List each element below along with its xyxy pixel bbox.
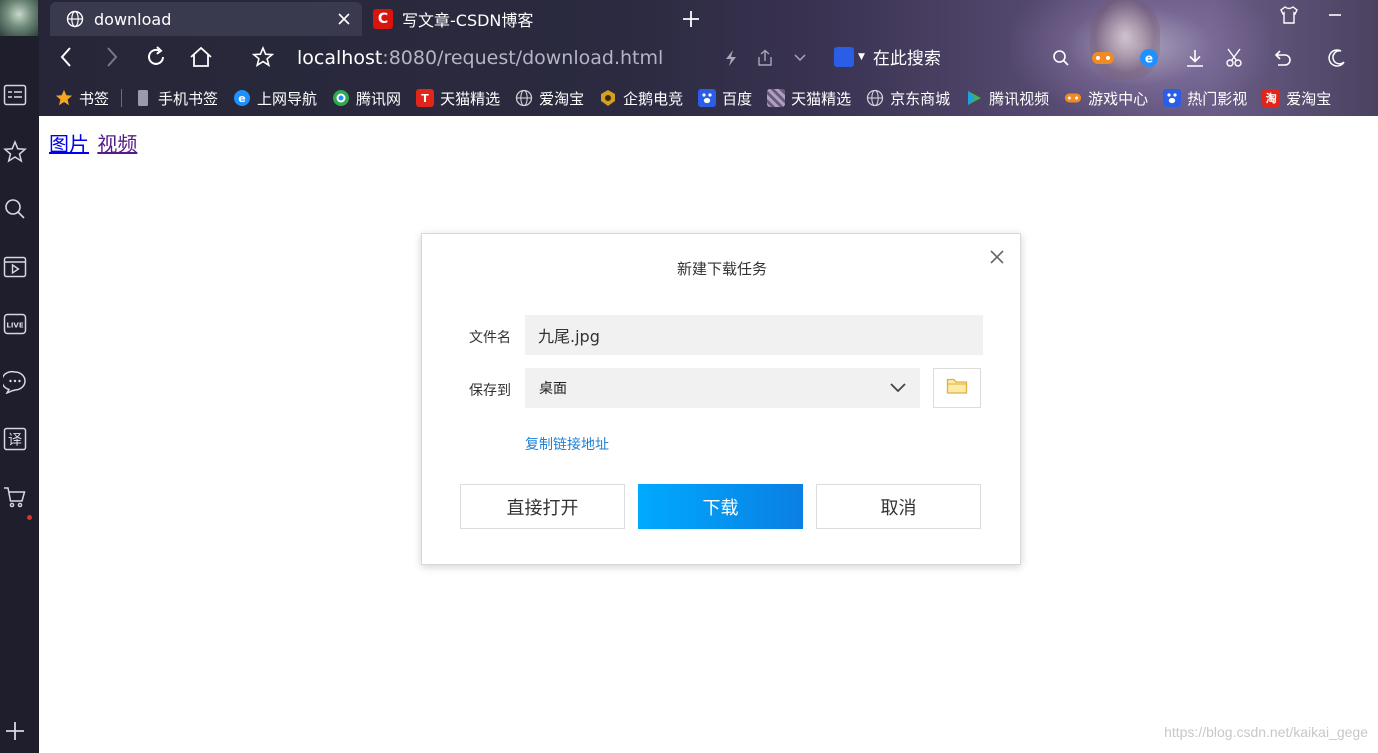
tab-download[interactable]: download [50,2,362,36]
bookmark-item[interactable]: 腾讯视频 [965,88,1049,109]
minimize-icon[interactable] [1318,2,1352,28]
bookmark-item[interactable]: e 上网导航 [233,88,317,109]
reload-icon[interactable] [142,44,170,70]
share-icon[interactable] [752,46,778,70]
video-play-icon [965,89,983,107]
flash-icon[interactable] [718,46,744,70]
add-plus-icon[interactable] [2,718,28,744]
browser-chrome: download C 写文章-CSDN博客 localhost:8080/req… [0,0,1378,116]
svg-text:LIVE: LIVE [6,322,23,330]
search-engine-box[interactable]: ▼ 在此搜索 [834,44,941,69]
tab-title: download [94,9,172,29]
saveto-select[interactable]: 桌面 [525,368,920,408]
esports-icon [599,89,617,107]
bookmark-item[interactable]: 游戏中心 [1064,88,1148,109]
chevron-down-icon [888,378,908,398]
copy-link-button[interactable]: 复制链接地址 [525,434,609,454]
bookmark-item[interactable]: 书签 [55,88,109,109]
bookmarks-bar: 书签 手机书签 e 上网导航 腾讯网 T 天猫精选 爱淘宝 企鹅电竞 百度 天猫… [40,80,1378,116]
tab-close-icon[interactable] [332,7,356,31]
bookmark-item[interactable]: 腾讯网 [332,88,401,109]
translate-icon[interactable]: 译 [2,426,28,452]
bookmark-item[interactable]: 热门影视 [1163,88,1247,109]
globe-icon [64,8,86,30]
baidu-icon [698,89,717,107]
page-links: 图片 视频 [49,128,139,157]
close-icon[interactable] [986,246,1008,268]
bookmark-item[interactable]: 爱淘宝 [515,88,584,109]
tab-csdn[interactable]: C 写文章-CSDN博客 [362,2,662,36]
undo-icon[interactable] [1270,46,1296,70]
ie-extension-icon[interactable]: e [1136,46,1162,70]
tab-title: 写文章-CSDN博客 [402,11,534,30]
globe-icon [866,89,884,107]
back-arrow-icon[interactable] [52,44,80,70]
game-extension-icon[interactable] [1090,46,1116,70]
reader-list-icon[interactable] [2,82,28,108]
bookmark-item[interactable]: 京东商城 [866,88,950,109]
address-url[interactable]: localhost:8080/request/download.html [297,47,663,69]
browse-folder-button[interactable] [933,368,981,408]
phone-icon [134,89,152,107]
watermark-text: https://blog.csdn.net/kaikai_gege [1164,724,1368,740]
night-mode-moon-icon[interactable] [1324,46,1350,70]
bookmark-item[interactable]: 淘 爱淘宝 [1262,88,1331,109]
saveto-value: 桌面 [539,381,567,397]
globe-icon [515,89,533,107]
cancel-button[interactable]: 取消 [816,484,981,529]
bookmark-item[interactable]: 手机书签 [134,88,218,109]
user-avatar[interactable] [0,0,38,36]
download-icon[interactable] [1182,46,1208,70]
link-videos[interactable]: 视频 [97,132,137,156]
baidu-icon[interactable] [834,46,854,67]
filename-value: 九尾.jpg [538,327,600,346]
home-icon[interactable] [187,44,215,70]
open-directly-button[interactable]: 直接打开 [460,484,625,529]
search-dropdown-icon[interactable]: ▼ [858,52,865,62]
bookmark-star-icon[interactable] [249,44,277,70]
shopping-cart-icon[interactable] [2,484,28,510]
filename-input[interactable]: 九尾.jpg [525,315,983,355]
live-icon[interactable]: LIVE [2,311,28,337]
tmall-pattern-icon [767,89,786,107]
download-button[interactable]: 下载 [638,484,803,529]
filename-label: 文件名 [469,330,511,346]
ie-icon: e [233,89,251,107]
baidu-icon [1163,89,1182,107]
forward-arrow-icon[interactable] [98,44,126,70]
svg-text:e: e [1145,52,1153,66]
chat-bubble-icon[interactable] [2,369,28,395]
tmall-icon: T [416,89,435,107]
bookmarks-divider [121,89,123,107]
folder-icon [946,377,968,399]
new-tab-plus-icon[interactable] [678,6,704,32]
favorites-star-icon[interactable] [2,139,28,165]
scissors-icon[interactable] [1222,46,1248,70]
bookmark-item[interactable]: 天猫精选 [767,88,851,109]
bookmark-item[interactable]: T 天猫精选 [416,88,500,109]
taobao-icon: 淘 [1262,89,1281,107]
svg-text:译: 译 [8,433,22,449]
skin-shirt-icon[interactable] [1272,2,1306,28]
star-icon [55,89,73,107]
link-pictures[interactable]: 图片 [49,132,89,156]
notification-dot [27,515,32,520]
download-dialog: 新建下载任务 文件名 九尾.jpg 保存到 桌面 复制链接地址 直接打开 下载 … [421,233,1021,565]
dropdown-chevron-icon[interactable] [787,46,813,70]
video-player-icon[interactable] [2,254,28,280]
search-icon[interactable] [2,196,28,222]
bookmark-item[interactable]: 企鹅电竞 [599,88,683,109]
svg-text:e: e [238,92,245,105]
search-icon[interactable] [1048,46,1074,70]
bookmark-item[interactable]: 百度 [698,88,752,109]
dialog-title: 新建下载任务 [676,260,767,278]
left-sidebar: LIVE 译 [0,36,39,753]
gamepad-icon [1064,89,1082,107]
tencent-icon [332,89,350,107]
csdn-icon: C [372,8,394,30]
search-placeholder: 在此搜索 [872,49,941,69]
saveto-label: 保存到 [469,383,511,399]
